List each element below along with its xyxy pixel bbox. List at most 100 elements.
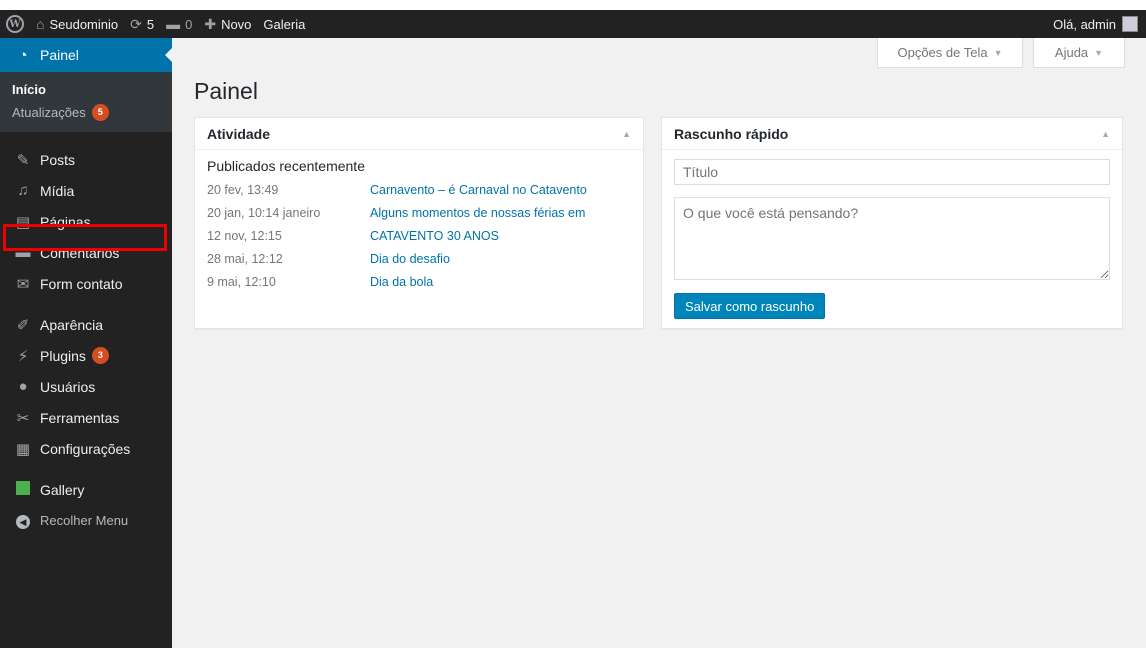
updates-icon: ⟳ [130,15,142,32]
pages-icon: ▤ [15,213,31,231]
comment-icon: ▬ [166,16,181,32]
gallery-link[interactable]: Galeria [257,10,311,38]
gallery-label: Galeria [263,16,306,32]
triangle-down-icon: ▼ [1094,47,1104,58]
screen-options-label: Opções de Tela [897,45,988,60]
wordpress-logo-button[interactable]: W [0,10,30,38]
quick-draft-header[interactable]: Rascunho rápido ▲ [662,118,1122,150]
collapse-icon: ◀ [12,512,34,530]
sidebar-item-tools[interactable]: ✂ Ferramentas [0,402,172,433]
activity-widget-header[interactable]: Atividade ▲ [195,118,643,150]
save-draft-button[interactable]: Salvar como rascunho [674,293,826,319]
help-button[interactable]: Ajuda ▼ [1033,38,1125,68]
new-label: Novo [221,16,252,32]
quick-draft-title: Rascunho rápido [674,125,789,142]
site-name: Seudominio [49,16,119,32]
comments-count: 0 [185,16,193,32]
wrench-icon: ✂ [16,409,30,427]
screen-options-button[interactable]: Opções de Tela ▼ [877,38,1023,68]
sidebar-item-label: Plugins [40,347,86,364]
pushpin-icon: ✎ [16,151,30,169]
gallery-icon [12,480,34,499]
media-icon: ♫ [17,182,29,199]
wordpress-icon: W [6,15,24,33]
settings-icon: ▦ [15,440,31,458]
plug-icon: ⚡ [17,347,29,365]
activity-subtitle: Publicados recentemente [207,158,365,174]
post-link[interactable]: Alguns momentos de nossas férias em [370,205,631,221]
caption-strip [0,0,1146,10]
submenu-item-home[interactable]: Início [0,78,172,101]
sidebar-item-users[interactable]: ● Usuários [0,371,172,402]
sidebar-item-gallery[interactable]: Gallery [0,474,172,505]
envelope-icon: ✉ [16,275,30,293]
post-link[interactable]: CATAVENTO 30 ANOS [370,228,631,244]
avatar [1122,16,1138,32]
sidebar-item-label: Form contato [40,275,123,292]
post-link[interactable]: Dia do desafio [370,251,631,267]
brush-icon: ✐ [16,316,30,334]
sidebar-item-posts[interactable]: ✎ Posts [0,144,172,175]
comments-link[interactable]: ▬ 0 [160,10,198,38]
sidebar-item-appearance[interactable]: ✐ Aparência [0,309,172,340]
admin-sidebar: ◔ Painel Início Atualizações 5 ✎ Posts ♫… [0,38,173,648]
admin-bar: W ⌂ Seudominio ⟳ 5 ▬ 0 ✚ Novo Galeria Ol… [0,10,1146,38]
triangle-up-icon[interactable]: ▲ [1101,129,1110,139]
updates-badge: 5 [91,104,109,121]
submenu-item-updates[interactable]: Atualizações 5 [0,101,172,124]
account-menu[interactable]: Olá, admin [1047,10,1146,38]
sidebar-item-comments[interactable]: ▬ Comentários [0,237,172,268]
sidebar-item-label: Mídia [40,182,75,199]
activity-row: 9 mai, 12:10 Dia da bola [207,274,631,290]
site-name-link[interactable]: ⌂ Seudominio [30,10,124,38]
quick-draft-widget: Rascunho rápido ▲ Salvar como rascunho [661,117,1123,329]
submenu-label: Atualizações [12,105,86,120]
activity-row: 20 jan, 10:14 janeiro Alguns momentos de… [207,205,631,221]
home-icon: ⌂ [36,16,45,32]
greeting: Olá, admin [1053,16,1116,32]
collapse-menu-button[interactable]: ◀ Recolher Menu [0,505,172,536]
sidebar-item-dashboard[interactable]: ◔ Painel [0,38,173,72]
new-content-link[interactable]: ✚ Novo [198,10,257,38]
dashboard-icon: ◔ [18,46,28,64]
post-link[interactable]: Dia da bola [370,274,631,290]
collapse-label: Recolher Menu [40,513,129,528]
sidebar-item-pages[interactable]: ▤ Páginas [0,206,172,237]
sidebar-item-label: Páginas [40,213,91,230]
post-date: 12 nov, 12:15 [207,229,282,243]
sidebar-item-label: Comentários [40,244,120,261]
submenu-label: Início [12,82,46,97]
sidebar-item-label: Aparência [40,316,104,333]
sidebar-item-settings[interactable]: ▦ Configurações [0,433,172,464]
draft-title-input[interactable] [674,159,1110,185]
triangle-up-icon[interactable]: ▲ [622,129,631,139]
sidebar-item-contact-form[interactable]: ✉ Form contato [0,268,172,299]
sidebar-item-label: Posts [40,151,76,168]
sidebar-item-label: Ferramentas [40,409,120,426]
post-date: 20 fev, 13:49 [207,183,279,197]
updates-link[interactable]: ⟳ 5 [124,10,160,38]
help-label: Ajuda [1054,45,1089,60]
plus-icon: ✚ [204,15,217,32]
post-date: 28 mai, 12:12 [207,252,283,266]
activity-row: 28 mai, 12:12 Dia do desafio [207,251,631,267]
sidebar-item-label: Painel [40,47,79,63]
sidebar-item-label: Usuários [40,378,96,395]
page-title: Painel [194,78,258,104]
activity-row: 12 nov, 12:15 CATAVENTO 30 ANOS [207,228,631,244]
sidebar-item-plugins[interactable]: ⚡ Plugins 3 [0,340,172,371]
post-date: 9 mai, 12:10 [207,275,276,289]
activity-widget: Atividade ▲ Publicados recentemente 20 f… [194,117,644,329]
user-icon: ● [18,378,28,395]
sidebar-item-label: Gallery [40,481,85,498]
dashboard-submenu: Início Atualizações 5 [0,72,172,132]
updates-count: 5 [146,16,155,32]
comment-icon: ▬ [15,244,31,261]
activity-title: Atividade [207,125,271,142]
draft-content-textarea[interactable] [674,197,1110,280]
post-link[interactable]: Carnavento – é Carnaval no Catavento [370,182,631,198]
activity-row: 20 fev, 13:49 Carnavento – é Carnaval no… [207,182,631,198]
triangle-down-icon: ▼ [993,47,1003,58]
sidebar-item-media[interactable]: ♫ Mídia [0,175,172,206]
sidebar-item-label: Configurações [40,440,131,457]
